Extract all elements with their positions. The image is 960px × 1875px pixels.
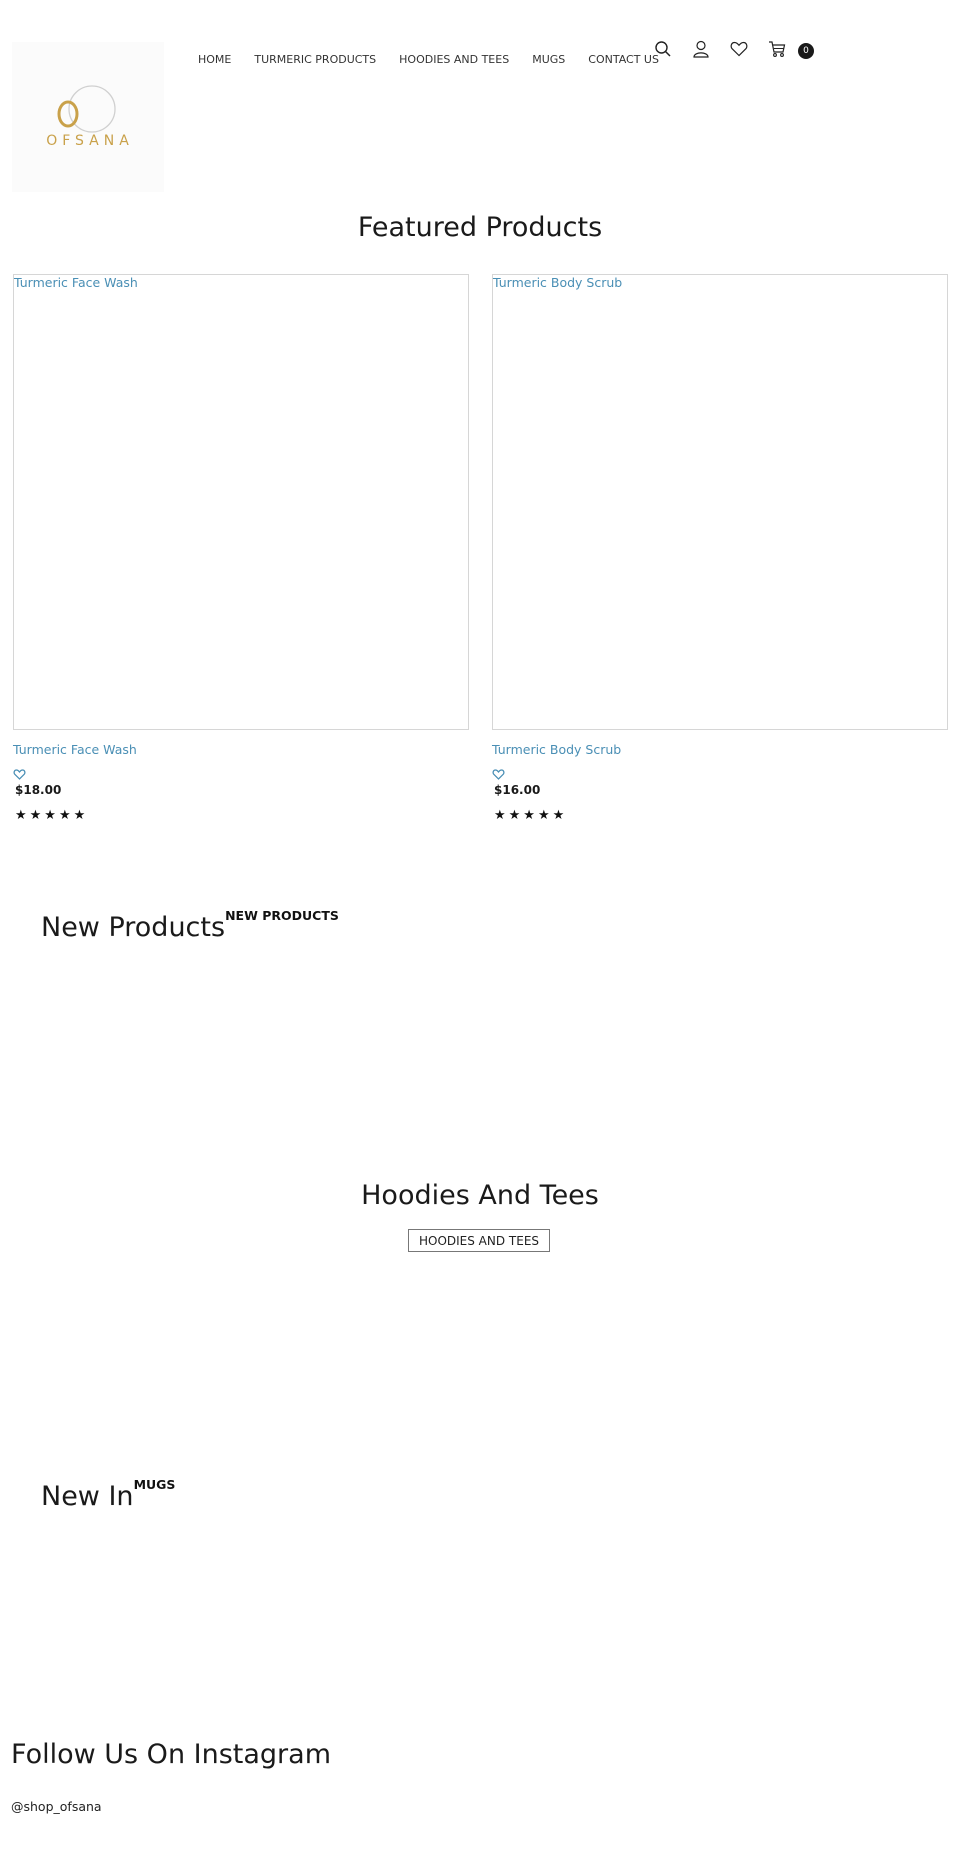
new-products-title: New Products	[41, 912, 226, 943]
instagram-title: Follow Us On Instagram	[11, 1739, 331, 1770]
nav-mugs[interactable]: MUGS	[532, 53, 565, 66]
product-price: $18.00	[15, 783, 62, 797]
new-in-title: New In	[41, 1481, 134, 1512]
product-price: $16.00	[494, 783, 541, 797]
new-products-link[interactable]: NEW PRODUCTS	[225, 908, 339, 923]
featured-products-title: Featured Products	[357, 212, 603, 243]
new-in-heading: New InMUGS	[41, 1477, 175, 1512]
product-image-alt-text: Turmeric Body Scrub	[493, 275, 623, 290]
svg-text:OFSANA: OFSANA	[46, 133, 134, 149]
cart-icon[interactable]	[766, 38, 788, 60]
nav-turmeric-products[interactable]: TURMERIC PRODUCTS	[254, 53, 376, 66]
user-icon[interactable]	[690, 38, 712, 60]
ofsana-logo-icon: OFSANA	[46, 85, 134, 149]
search-icon[interactable]	[652, 38, 674, 60]
product-name-link[interactable]: Turmeric Face Wash	[13, 742, 469, 757]
mugs-link[interactable]: MUGS	[134, 1477, 176, 1492]
main-nav: HOME TURMERIC PRODUCTS HOODIES AND TEES …	[198, 53, 682, 66]
heart-icon[interactable]	[728, 38, 750, 60]
instagram-handle-link[interactable]: @shop_ofsana	[11, 1799, 102, 1814]
product-image[interactable]: Turmeric Body Scrub	[492, 274, 948, 730]
nav-contact-us[interactable]: CONTACT US	[588, 53, 659, 66]
product-card: Turmeric Face Wash Turmeric Face Wash $1…	[13, 274, 469, 823]
wishlist-heart-icon[interactable]	[13, 765, 27, 780]
new-products-heading: New ProductsNEW PRODUCTS	[41, 908, 339, 943]
nav-home[interactable]: HOME	[198, 53, 231, 66]
cart-count-badge: 0	[798, 43, 814, 59]
hoodies-and-tees-button[interactable]: HOODIES AND TEES	[408, 1229, 550, 1252]
product-name-link[interactable]: Turmeric Body Scrub	[492, 742, 948, 757]
nav-hoodies-and-tees[interactable]: HOODIES AND TEES	[399, 53, 509, 66]
brand-logo[interactable]: OFSANA	[12, 42, 164, 192]
hoodies-and-tees-title: Hoodies And Tees	[361, 1180, 599, 1211]
product-image-alt-text: Turmeric Face Wash	[14, 275, 138, 290]
star-rating: ★★★★★	[494, 808, 568, 823]
product-image[interactable]: Turmeric Face Wash	[13, 274, 469, 730]
header-icons	[652, 38, 804, 60]
star-rating: ★★★★★	[15, 808, 89, 823]
product-card: Turmeric Body Scrub Turmeric Body Scrub …	[492, 274, 948, 823]
wishlist-heart-icon[interactable]	[492, 765, 506, 780]
